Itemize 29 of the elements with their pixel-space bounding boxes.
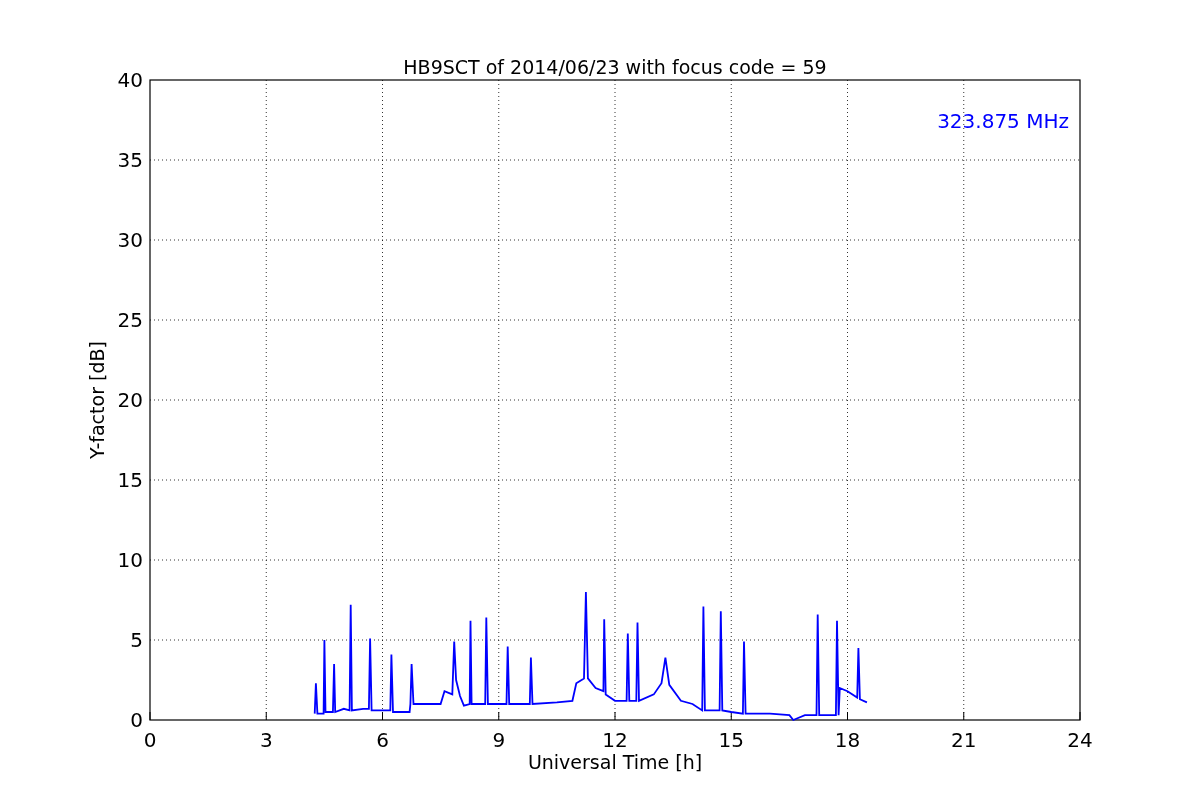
y-tick-label: 25 [117, 308, 143, 332]
x-tick-label: 12 [602, 728, 628, 752]
x-tick-label: 21 [951, 728, 977, 752]
y-tick-label: 30 [117, 228, 143, 252]
y-tick-label: 0 [130, 708, 143, 732]
tick-mark [963, 711, 965, 721]
tick-mark [730, 711, 732, 721]
x-tick-label: 18 [834, 728, 861, 752]
y-tick-label: 35 [117, 148, 143, 172]
y-tick-label: 15 [117, 468, 143, 492]
y-tick-label: 5 [130, 628, 143, 652]
x-tick-label: 15 [718, 728, 744, 752]
y-tick-label: 40 [117, 68, 143, 92]
x-axis-label: Universal Time [h] [527, 751, 703, 773]
x-tick-label: 6 [376, 728, 389, 752]
x-tick-label: 3 [259, 728, 273, 752]
chart-title: HB9SCT of 2014/06/23 with focus code = 59 [403, 56, 827, 78]
legend-label: 323.875 MHz [937, 109, 1069, 133]
tick-mark [614, 711, 616, 721]
x-tick-label: 9 [492, 728, 506, 752]
tick-mark [847, 711, 848, 721]
tick-mark [498, 711, 500, 721]
tick-mark [382, 711, 383, 721]
y-axis-label: Y-factor [dB] [86, 341, 108, 459]
x-tick-label: 24 [1067, 728, 1093, 752]
y-tick-label: 20 [117, 388, 143, 412]
tick-mark [265, 711, 267, 721]
y-tick-label: 10 [117, 548, 143, 572]
x-tick-label: 0 [143, 728, 157, 752]
